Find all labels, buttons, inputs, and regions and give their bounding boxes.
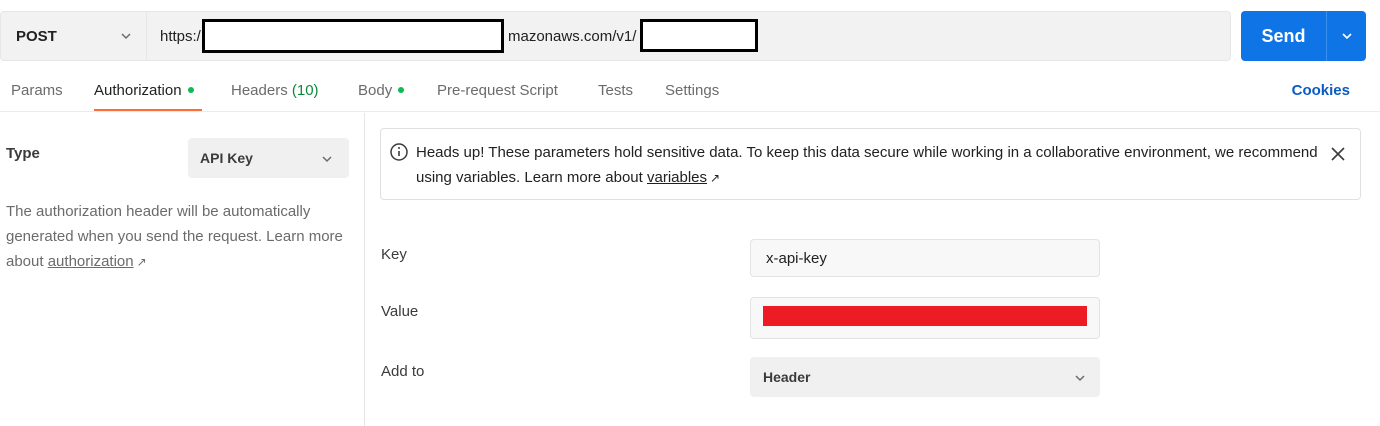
request-bar: POST https:/ mazonaws.com/v1/ (0, 11, 1231, 61)
key-value: x-api-key (766, 250, 827, 267)
redaction-box (202, 19, 504, 53)
tab-label: Pre-request Script (437, 82, 558, 99)
chevron-down-icon (121, 33, 131, 40)
send-button[interactable]: Send (1241, 11, 1326, 61)
info-icon (390, 143, 408, 161)
add-to-select[interactable]: Header (750, 357, 1100, 397)
status-dot (398, 87, 405, 94)
tab-label: Tests (598, 82, 634, 99)
status-dot (187, 87, 194, 94)
external-link-icon: ↗ (136, 255, 147, 269)
method-select[interactable]: POST (0, 11, 146, 61)
tab-label: Body (358, 82, 393, 99)
add-to-value: Header (763, 369, 811, 385)
method-value: POST (16, 27, 57, 45)
variables-link[interactable]: variables (647, 169, 707, 186)
tab-pre-request-script[interactable]: Pre-request Script (437, 82, 558, 99)
redaction-box (640, 19, 758, 52)
external-link-icon: ↗ (710, 171, 721, 185)
chevron-down-icon (1075, 375, 1085, 382)
key-label: Key (381, 246, 407, 263)
tab-authorization[interactable]: Authorization (94, 82, 194, 99)
send-options-button[interactable] (1327, 11, 1366, 61)
tab-label: Params (11, 82, 63, 99)
auth-type-panel: Type API Key The authorization header wi… (0, 113, 365, 426)
notice-message: Heads up! These parameters hold sensitiv… (416, 144, 1318, 186)
auth-type-select[interactable]: API Key (188, 138, 349, 178)
sensitive-data-notice: Heads up! These parameters hold sensitiv… (380, 128, 1361, 200)
authorization-link[interactable]: authorization (48, 253, 134, 270)
headers-count: (10) (291, 82, 319, 99)
value-input[interactable] (750, 297, 1100, 339)
tab-label: Authorization (94, 82, 182, 99)
tab-label: Settings (665, 82, 720, 99)
auth-type-value: API Key (200, 150, 253, 166)
key-input[interactable]: x-api-key (750, 239, 1100, 277)
active-tab-indicator (94, 109, 202, 111)
close-icon[interactable] (1330, 146, 1346, 162)
tab-body[interactable]: Body (358, 82, 405, 99)
value-label: Value (381, 303, 419, 320)
tab-label: Headers (231, 82, 288, 99)
type-label: Type (6, 145, 40, 162)
tab-params[interactable]: Params (11, 82, 63, 99)
chevron-down-icon (1341, 33, 1352, 40)
request-tabs: Params Authorization Headers (10) Body P… (0, 70, 1380, 112)
cookies-link[interactable]: Cookies (1292, 82, 1350, 99)
tab-settings[interactable]: Settings (665, 82, 719, 99)
send-button-group: Send (1241, 11, 1366, 61)
tab-tests[interactable]: Tests (598, 82, 633, 99)
notice-text: Heads up! These parameters hold sensitiv… (416, 140, 1321, 191)
chevron-down-icon (322, 156, 332, 163)
tab-headers[interactable]: Headers (10) (231, 82, 319, 99)
add-to-label: Add to (381, 363, 425, 380)
url-prefix: https:/ (160, 28, 201, 45)
url-host: mazonaws.com/v1/ (508, 28, 637, 45)
redacted-value (763, 306, 1087, 326)
auth-description: The authorization header will be automat… (6, 199, 351, 275)
